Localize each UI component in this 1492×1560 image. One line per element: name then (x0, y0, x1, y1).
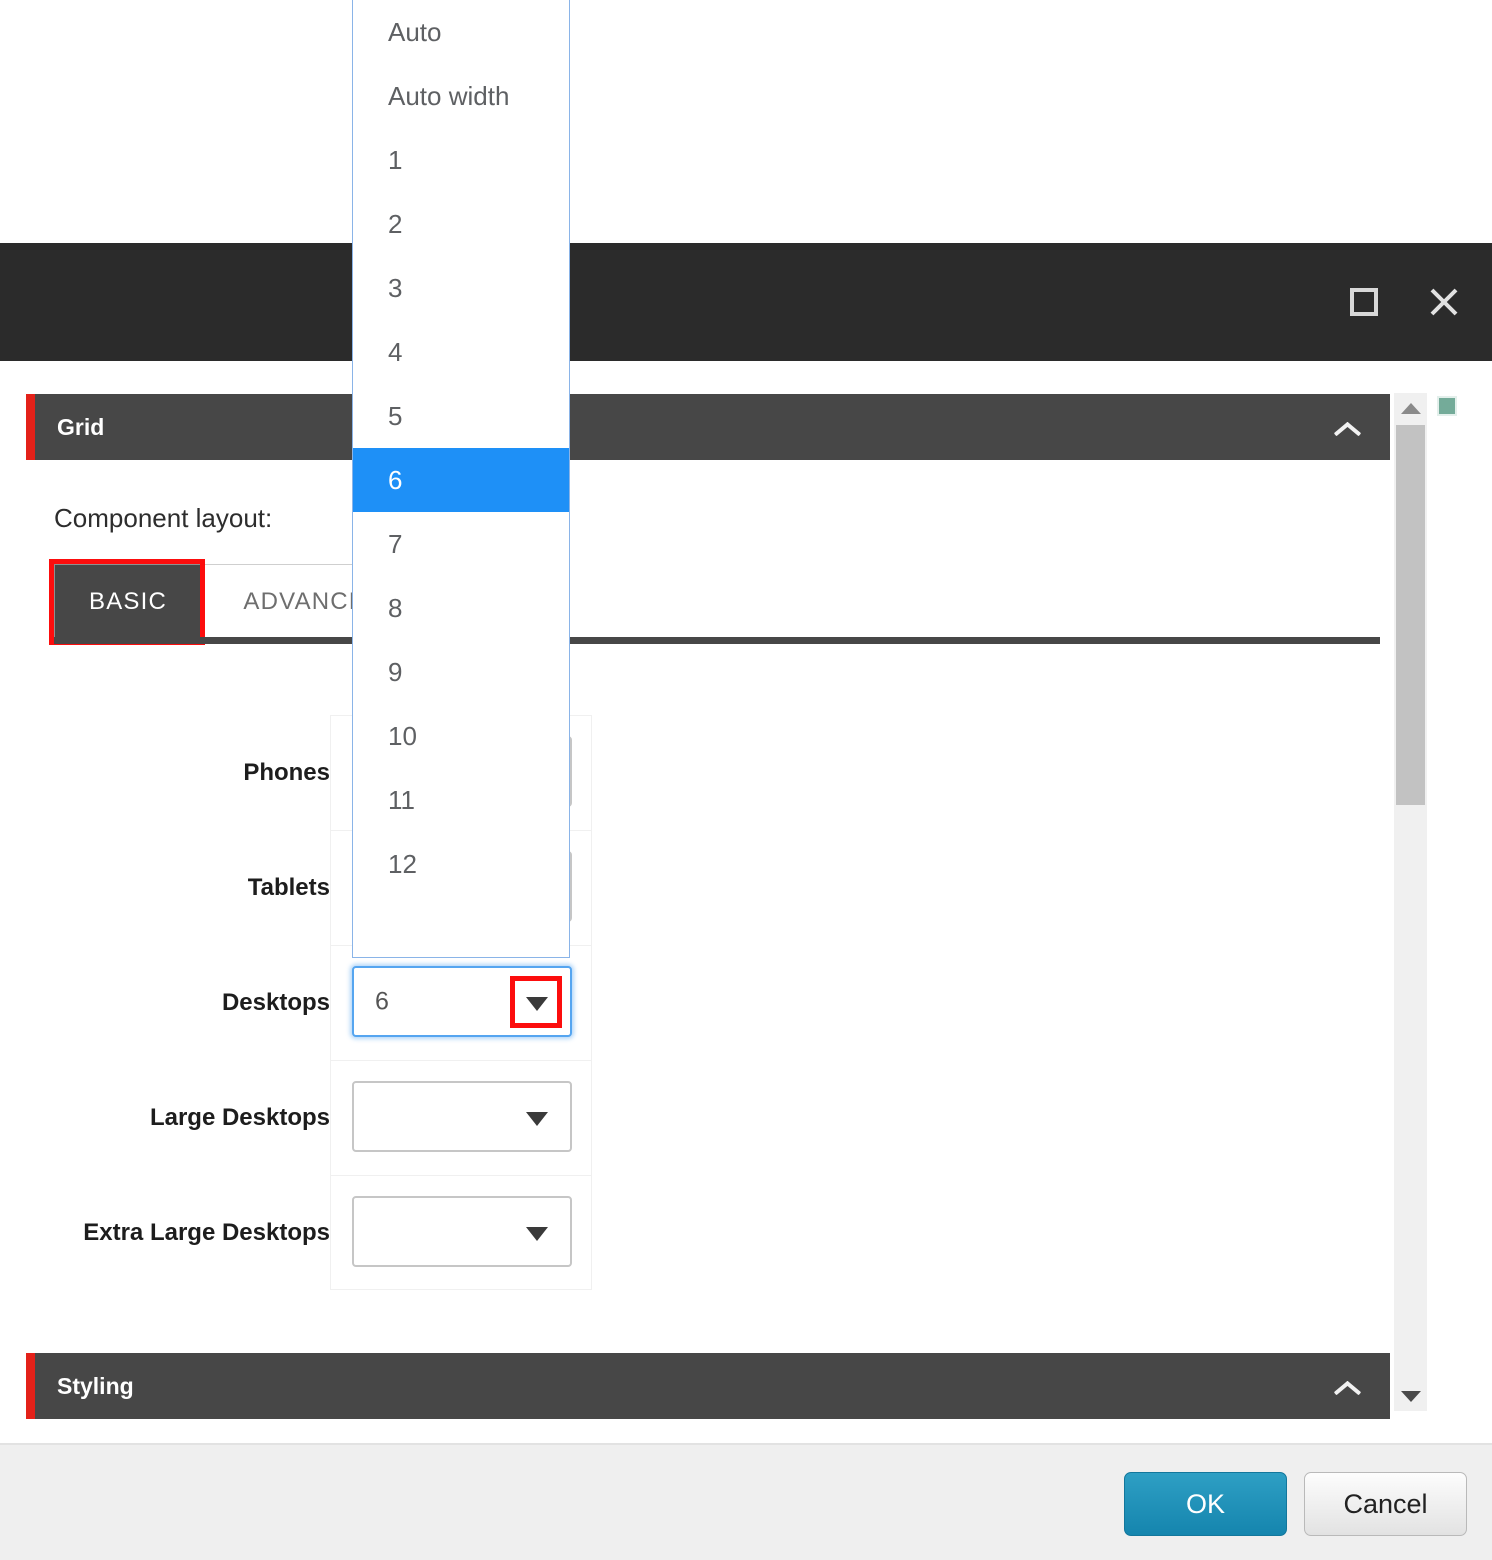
select-desktops[interactable]: 6 (352, 966, 572, 1037)
cancel-button[interactable]: Cancel (1304, 1472, 1467, 1536)
tabs-underline (54, 637, 1380, 644)
triangle-up-icon (1400, 402, 1421, 414)
label-phones: Phones (243, 758, 330, 786)
close-icon (1427, 285, 1461, 319)
close-button[interactable] (1418, 276, 1470, 328)
field-cell-desktops: 6 (330, 945, 592, 1060)
select-desktops-value: 6 (375, 987, 389, 1015)
scrollbar-thumb[interactable] (1396, 425, 1425, 805)
dropdown-option-2[interactable]: 2 (353, 192, 569, 256)
component-layout-label: Component layout: (54, 503, 273, 533)
scrollbar-down-button[interactable] (1394, 1381, 1427, 1411)
row-large-desktops: Large Desktops (0, 1060, 1390, 1175)
dialog-scrollbar[interactable] (1394, 393, 1427, 1411)
row-tablets: Tablets (0, 830, 1390, 945)
section-accent-bar (26, 394, 35, 460)
dropdown-option-auto-width[interactable]: Auto width (353, 64, 569, 128)
label-tablets: Tablets (247, 873, 330, 901)
dropdown-option-8[interactable]: 8 (353, 576, 569, 640)
dropdown-option-4[interactable]: 4 (353, 320, 569, 384)
scrollbar-up-button[interactable] (1394, 393, 1427, 423)
section-title-styling: Styling (57, 1372, 134, 1399)
tab-basic[interactable]: BASIC (54, 564, 202, 640)
label-large-desktops: Large Desktops (149, 1103, 330, 1131)
triangle-down-icon (1400, 1390, 1421, 1402)
row-phones: Phones (0, 715, 1390, 830)
label-extra-large-desktops: Extra Large Desktops (83, 1218, 330, 1246)
dropdown-list-desktops[interactable]: Auto Auto width 1 2 3 4 5 6 7 8 9 10 11 … (352, 0, 570, 958)
dropdown-option-9[interactable]: 9 (353, 640, 569, 704)
ok-button[interactable]: OK (1124, 1472, 1287, 1536)
chevron-up-icon[interactable] (1334, 419, 1360, 445)
label-desktops: Desktops (221, 988, 330, 1016)
dropdown-option-6[interactable]: 6 (353, 448, 569, 512)
dropdown-option-7[interactable]: 7 (353, 512, 569, 576)
select-extra-large-desktops[interactable] (352, 1196, 572, 1267)
status-indicator (1437, 396, 1457, 416)
dropdown-option-12[interactable]: 12 (353, 832, 569, 896)
dropdown-option-11[interactable]: 11 (353, 768, 569, 832)
chevron-down-icon[interactable] (526, 1111, 548, 1126)
chevron-down-icon[interactable] (526, 1226, 548, 1241)
window-controls (1338, 243, 1470, 361)
dialog-title-bar (0, 243, 1492, 361)
maximize-icon (1350, 288, 1378, 316)
field-cell-large-desktops (330, 1060, 592, 1175)
row-desktops: Desktops 6 (0, 945, 1390, 1060)
dropdown-option-1[interactable]: 1 (353, 128, 569, 192)
maximize-button[interactable] (1338, 276, 1390, 328)
chevron-up-icon[interactable] (1334, 1378, 1360, 1404)
dropdown-option-3[interactable]: 3 (353, 256, 569, 320)
dropdown-option-5[interactable]: 5 (353, 384, 569, 448)
row-extra-large-desktops: Extra Large Desktops (0, 1175, 1390, 1290)
field-cell-extra-large-desktops (330, 1175, 592, 1290)
section-accent-bar (26, 1353, 35, 1419)
dialog-footer: OK Cancel (0, 1443, 1492, 1560)
section-title-grid: Grid (57, 413, 105, 440)
section-header-grid[interactable]: Grid (26, 394, 1390, 460)
section-header-styling[interactable]: Styling (26, 1353, 1390, 1419)
responsive-rows: Phones Tablets Desktops 6 Large Desktops… (0, 715, 1390, 1290)
select-desktops-caret-highlight (510, 975, 562, 1028)
dialog-body: Grid Component layout: BASIC ADVANCED Ph… (0, 361, 1492, 1443)
select-large-desktops[interactable] (352, 1081, 572, 1152)
dropdown-option-10[interactable]: 10 (353, 704, 569, 768)
dropdown-option-auto[interactable]: Auto (353, 0, 569, 64)
